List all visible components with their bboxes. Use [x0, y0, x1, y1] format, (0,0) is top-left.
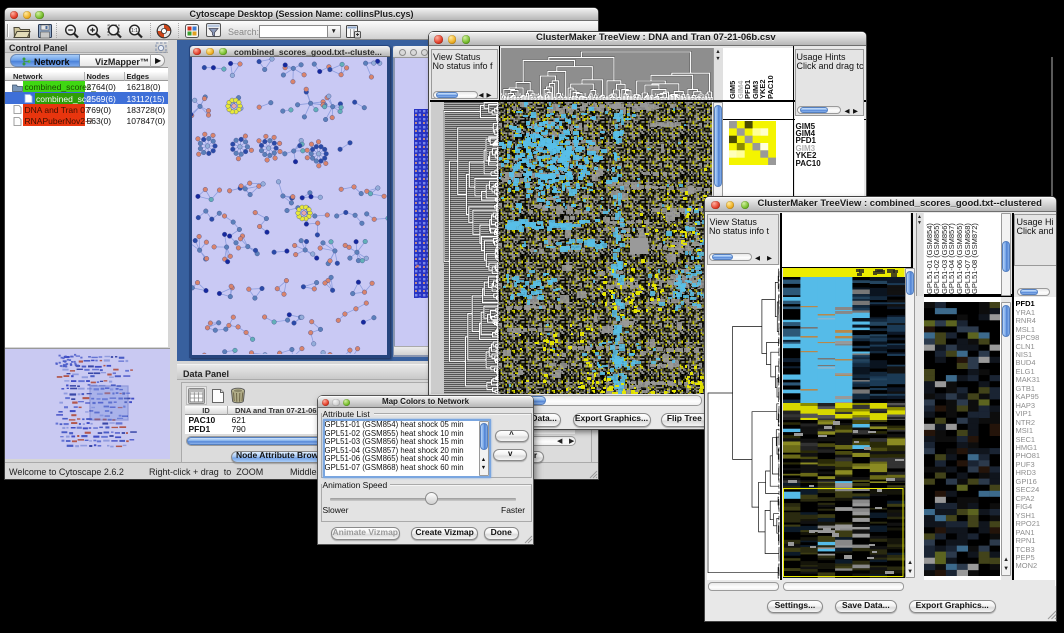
svg-text:1:1: 1:1 — [131, 28, 138, 34]
